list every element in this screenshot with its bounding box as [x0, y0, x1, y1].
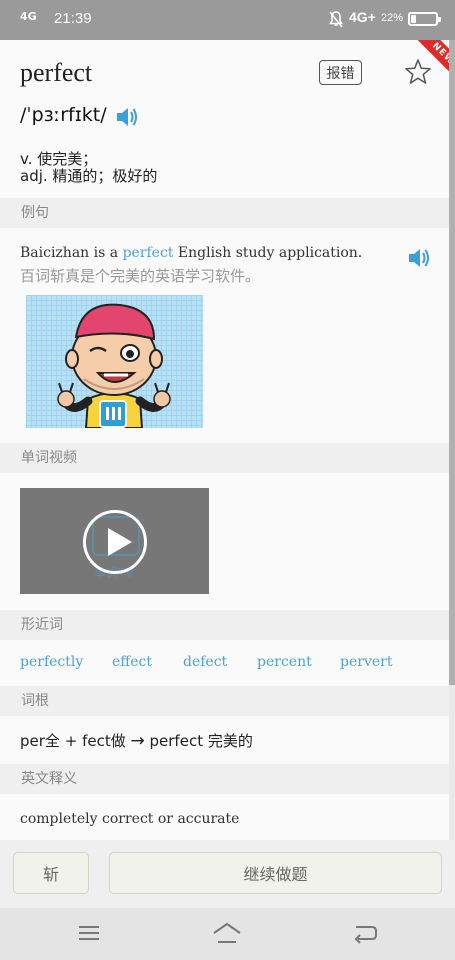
example-translation: 百词斩真是个完美的英语学习软件。	[20, 267, 261, 285]
example-highlight: perfect	[122, 245, 174, 261]
status-bar: 4G 21:39 4G+ 22%	[0, 0, 455, 40]
word-card: NEW perfect 报错 /ˈpɜːrfɪkt/ v. 使完美； adj. …	[0, 40, 449, 840]
example-illustration[interactable]	[26, 295, 203, 428]
similar-word-link[interactable]: effect	[112, 654, 152, 670]
similar-word-link[interactable]: percent	[257, 654, 312, 670]
bottom-action-bar: 斩 继续做题	[0, 840, 455, 908]
signal-icon: 4G	[20, 10, 37, 23]
play-icon[interactable]	[83, 510, 147, 574]
continue-button[interactable]: 继续做题	[109, 852, 442, 894]
mute-icon	[329, 11, 343, 28]
example-header: 例句	[0, 198, 449, 228]
root-part-2: fect做	[82, 732, 126, 750]
chop-button[interactable]: 斩	[13, 852, 89, 894]
root-header: 词根	[0, 686, 449, 716]
battery-icon	[408, 12, 441, 26]
similar-words-header: 形近词	[0, 610, 449, 640]
similar-word-link[interactable]: pervert	[340, 654, 392, 670]
similar-word-link[interactable]: defect	[183, 654, 227, 670]
example-sentence: Baicizhan is a perfect English study app…	[20, 245, 362, 261]
system-nav-bar	[0, 908, 455, 960]
clock: 21:39	[54, 10, 92, 27]
english-definition-header: 英文释义	[0, 764, 449, 794]
similar-word-link[interactable]: perfectly	[20, 654, 83, 670]
word-root: per全 + fect做 → perfect 完美的	[20, 730, 253, 751]
english-definition: completely correct or accurate	[20, 811, 240, 827]
phonetic: /ˈpɜːrfɪkt/	[20, 104, 107, 126]
cartoon-character-icon	[57, 303, 171, 428]
headword: perfect	[20, 58, 93, 87]
report-error-button[interactable]: 报错	[319, 60, 362, 85]
speaker-icon[interactable]	[407, 247, 431, 269]
root-part-1: per全	[20, 732, 60, 750]
definition-adj: adj. 精通的；极好的	[20, 167, 158, 185]
menu-icon[interactable]	[74, 921, 104, 945]
root-plus: +	[64, 732, 78, 750]
battery-percent: 22%	[381, 12, 404, 24]
back-icon[interactable]	[350, 921, 380, 945]
speaker-icon[interactable]	[115, 106, 139, 128]
home-icon[interactable]	[212, 921, 242, 945]
word-video-player[interactable]: 单词TV	[20, 488, 209, 594]
root-arrow: →	[130, 731, 145, 751]
video-header: 单词视频	[0, 443, 449, 473]
network-type: 4G+	[349, 9, 376, 25]
scrollbar[interactable]	[449, 40, 455, 685]
root-result: perfect 完美的	[149, 732, 253, 750]
example-text-after: English study application.	[177, 245, 363, 261]
example-text-before: Baicizhan is a	[20, 245, 119, 261]
star-icon[interactable]	[404, 58, 432, 86]
